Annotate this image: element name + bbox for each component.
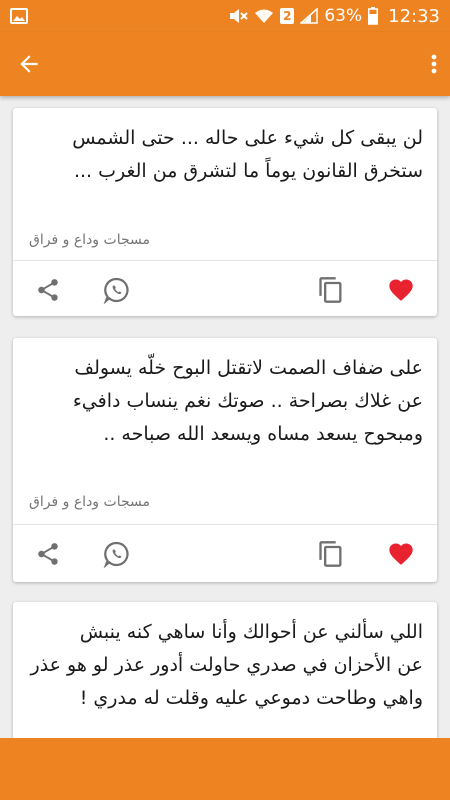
sim-badge: 2	[280, 8, 295, 24]
category-label[interactable]: مسجات وداع و فراق	[29, 232, 150, 248]
card-actions	[13, 261, 437, 319]
app-bar	[0, 32, 450, 96]
message-list[interactable]: لن يبقى كل شيء على حاله ... حتى الشمس ست…	[0, 96, 450, 738]
message-card: على ضفاف الصمت لاتقتل البوح خلّه يسولف ع…	[13, 338, 437, 582]
heart-icon[interactable]	[381, 525, 421, 583]
image-icon	[10, 8, 28, 24]
message-text: اللي سألني عن أحوالك وأنا ساهي كنه ينبش …	[30, 621, 423, 709]
whatsapp-icon[interactable]	[97, 525, 137, 583]
message-card: اللي سألني عن أحوالك وأنا ساهي كنه ينبش …	[13, 602, 437, 738]
status-bar: 2 63% 12:33	[0, 0, 450, 32]
clock: 12:33	[388, 5, 440, 27]
message-text: على ضفاف الصمت لاتقتل البوح خلّه يسولف ع…	[72, 357, 423, 445]
copy-icon[interactable]	[311, 525, 351, 583]
share-icon[interactable]	[28, 261, 68, 319]
copy-icon[interactable]	[311, 261, 351, 319]
battery-percent: 63%	[324, 6, 363, 26]
share-icon[interactable]	[28, 525, 68, 583]
heart-icon[interactable]	[381, 261, 421, 319]
wifi-icon	[254, 8, 274, 24]
category-label[interactable]: مسجات وداع و فراق	[29, 494, 150, 510]
signal-icon	[300, 8, 319, 24]
card-actions	[13, 525, 437, 583]
back-arrow-icon[interactable]	[16, 51, 42, 77]
message-text: لن يبقى كل شيء على حاله ... حتى الشمس ست…	[72, 127, 423, 182]
battery-icon	[368, 7, 379, 25]
whatsapp-icon[interactable]	[97, 261, 137, 319]
bottom-bar	[0, 738, 450, 800]
message-card: لن يبقى كل شيء على حاله ... حتى الشمس ست…	[13, 108, 437, 316]
mute-icon	[228, 7, 249, 25]
more-vert-icon[interactable]	[430, 52, 438, 76]
